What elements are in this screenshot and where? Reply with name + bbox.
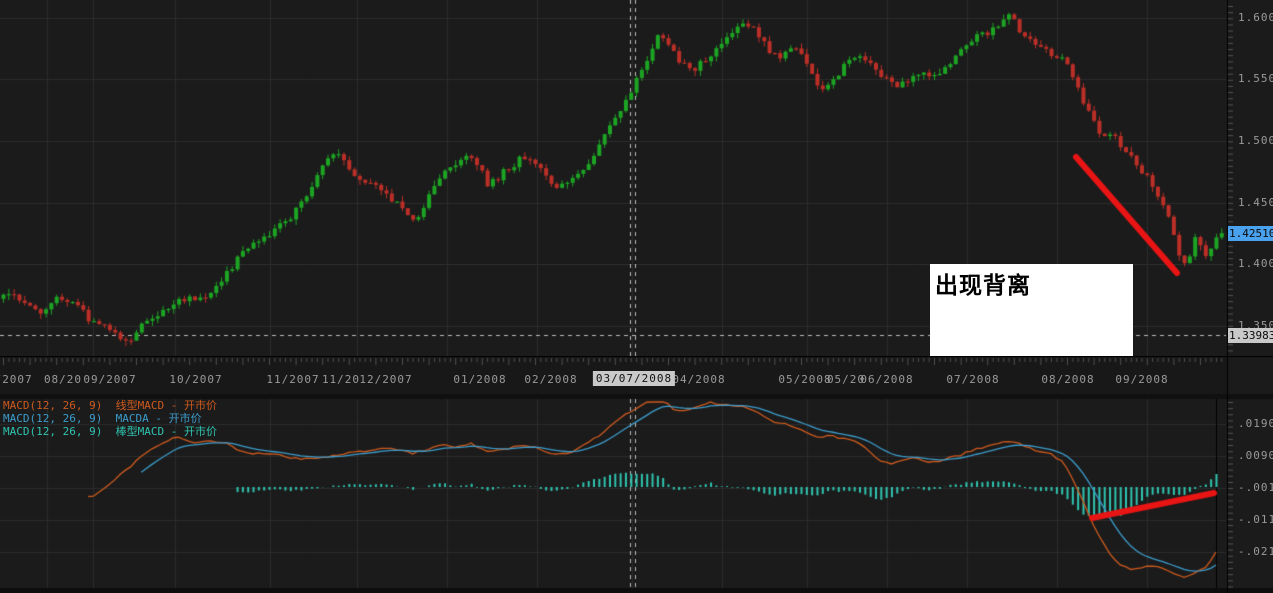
axis-label: 1.6000 bbox=[1238, 11, 1273, 24]
axis-label: 02/2008 bbox=[524, 373, 578, 386]
macd-legend-histogram[interactable]: MACD(12, 26, 9) 棒型MACD - 开市价 bbox=[3, 425, 217, 438]
axis-label: 08/2007 bbox=[0, 373, 33, 386]
macd-legend: MACD(12, 26, 9) 线型MACD - 开市价 MACD(12, 26… bbox=[3, 399, 217, 438]
axis-label: 08/2008 bbox=[1041, 373, 1095, 386]
axis-label: 12/2007 bbox=[359, 373, 413, 386]
axis-label: 1.4000 bbox=[1238, 257, 1273, 270]
axis-label: 11/20 bbox=[321, 373, 361, 386]
axis-label: 09/2007 bbox=[83, 373, 137, 386]
divergence-annotation-box[interactable]: 出现背离 bbox=[930, 264, 1133, 356]
date-highlight-tag: 03/07/2008 bbox=[592, 371, 676, 386]
axis-label: 1.4500 bbox=[1238, 196, 1273, 209]
axis-label: 07/2008 bbox=[946, 373, 1000, 386]
axis-label: 01/2008 bbox=[453, 373, 507, 386]
axis-label: .0090 bbox=[1238, 449, 1273, 462]
axis-label: 11/2007 bbox=[266, 373, 320, 386]
divergence-annotation-text: 出现背离 bbox=[935, 273, 1031, 299]
macd-legend-signal[interactable]: MACD(12, 26, 9) MACDA - 开市价 bbox=[3, 412, 217, 425]
axis-label: -.0110 bbox=[1238, 513, 1273, 526]
axis-label: -.0010 bbox=[1238, 481, 1273, 494]
axis-label: .0190 bbox=[1238, 417, 1273, 430]
axis-label: -.0210 bbox=[1238, 545, 1273, 558]
axis-label: 08/20 bbox=[43, 373, 83, 386]
axis-label: 06/2008 bbox=[860, 373, 914, 386]
axis-label: 04/2008 bbox=[672, 373, 726, 386]
macd-legend-line[interactable]: MACD(12, 26, 9) 线型MACD - 开市价 bbox=[3, 399, 217, 412]
axis-label: 10/2007 bbox=[169, 373, 223, 386]
axis-label: 05/2008 bbox=[778, 373, 832, 386]
axis-label: 1.5000 bbox=[1238, 134, 1273, 147]
axis-label: 1.5500 bbox=[1238, 72, 1273, 85]
axis-label: 09/2008 bbox=[1115, 373, 1169, 386]
reference-price-tag: 1.33983 bbox=[1228, 328, 1273, 343]
trading-chart-window: 1.60001.55001.50001.45001.40001.3500 .01… bbox=[0, 0, 1273, 593]
last-price-tag: 1.42510 bbox=[1228, 226, 1273, 241]
